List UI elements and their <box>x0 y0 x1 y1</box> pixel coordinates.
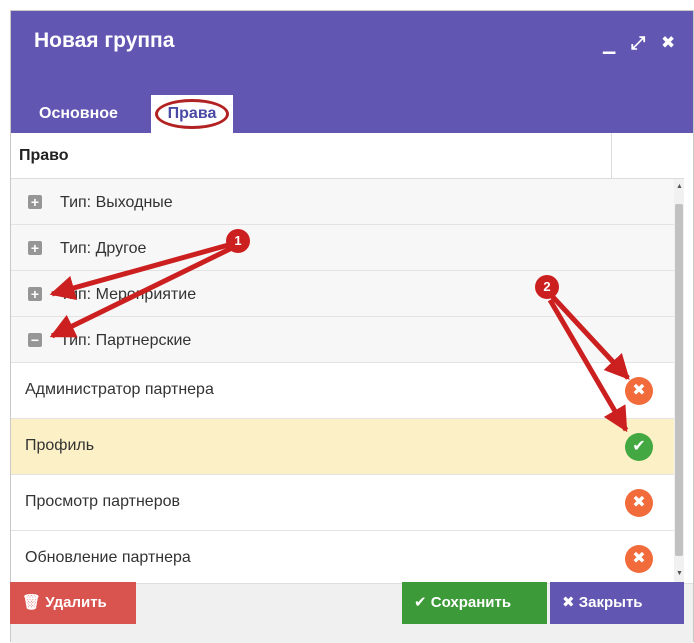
annotation-arrow-1b <box>49 245 234 339</box>
annotation-arrow-1a <box>49 241 233 301</box>
annotation-callout-2: 2 <box>535 275 559 299</box>
annotation-arrows <box>49 241 630 433</box>
annotation-callout-1: 1 <box>226 229 250 253</box>
